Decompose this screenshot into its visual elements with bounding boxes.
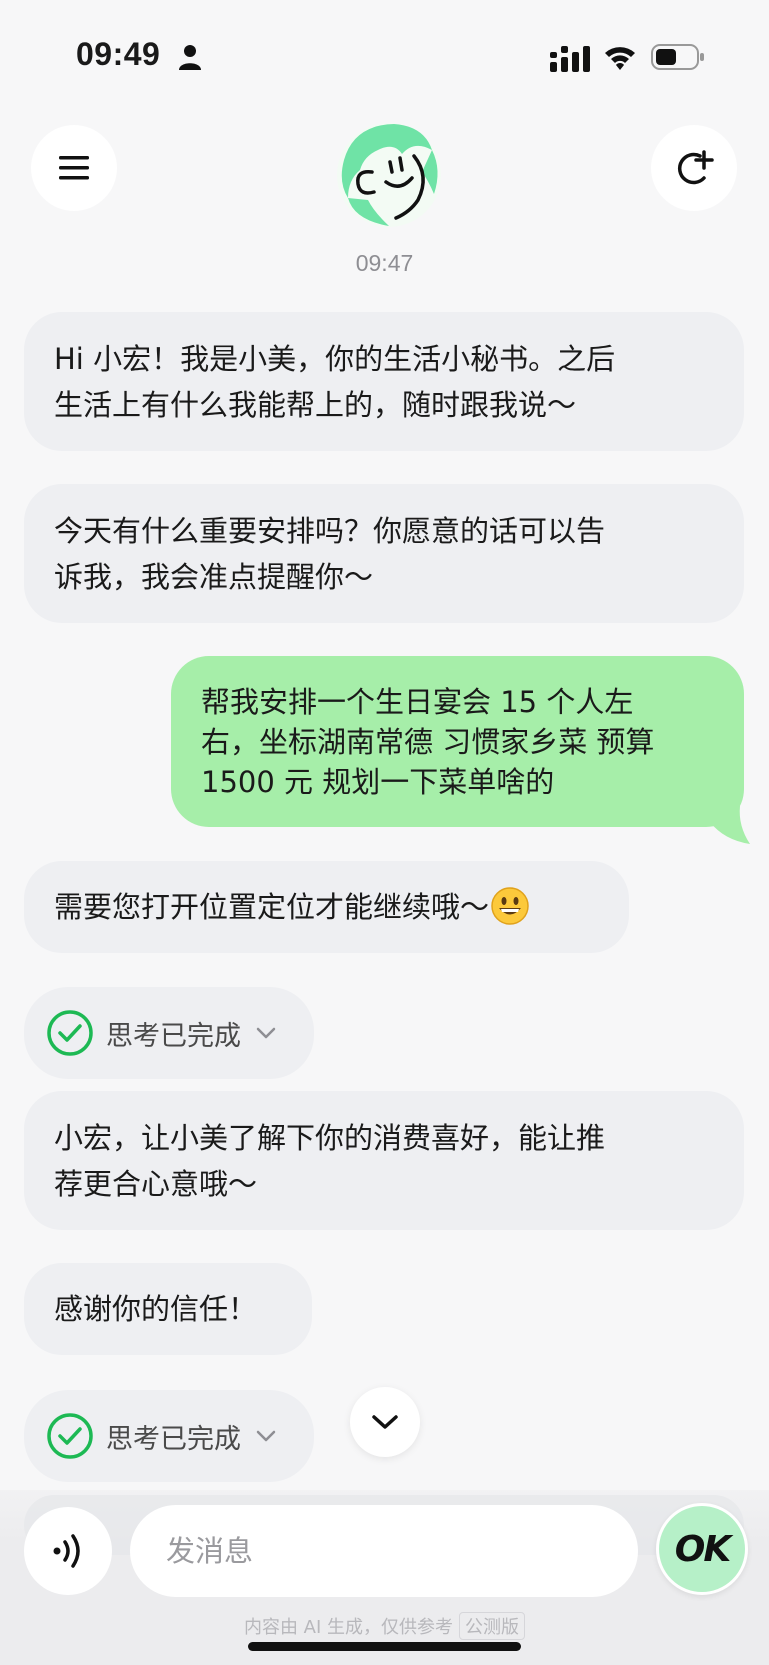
- assistant-avatar[interactable]: [334, 120, 444, 230]
- voice-wave-icon: [53, 1534, 80, 1568]
- message-input[interactable]: [130, 1505, 638, 1597]
- cellular-signal-icon: [550, 46, 590, 72]
- chevron-down-icon: [256, 1027, 276, 1039]
- status-bar: 09:49: [0, 0, 769, 110]
- new-chat-icon: [677, 150, 714, 185]
- status-time: 09:49: [76, 36, 161, 72]
- check-circle-icon: [47, 1010, 93, 1056]
- person-icon: [179, 45, 201, 70]
- chevron-down-icon: [256, 1430, 276, 1442]
- new-chat-button[interactable]: [651, 125, 737, 211]
- message-line: 右，坐标湖南常德 习惯家乡菜 预算: [201, 724, 655, 759]
- message-line: 小宏，让小美了解下你的消费喜好，能让推: [54, 1120, 606, 1155]
- voice-input-button[interactable]: [24, 1507, 112, 1595]
- battery-icon: [651, 44, 704, 70]
- hamburger-icon: [59, 156, 89, 180]
- thinking-status-label: 思考已完成: [106, 1423, 241, 1455]
- chevron-down-icon: [372, 1415, 398, 1429]
- message-line: Hi 小宏！我是小美，你的生活小秘书。之后: [54, 341, 616, 376]
- thinking-status-toggle[interactable]: 思考已完成: [24, 1390, 314, 1482]
- message-line: 今天有什么重要安排吗？你愿意的话可以告: [54, 513, 606, 548]
- thinking-status-label: 思考已完成: [106, 1020, 241, 1052]
- message-line: 生活上有什么我能帮上的，随时跟我说～: [54, 387, 577, 422]
- conversation-timestamp: 09:47: [355, 250, 414, 276]
- message-line: 1500 元 规划一下菜单啥的: [201, 764, 555, 799]
- ai-disclaimer: 内容由 AI 生成，仅供参考 公测版: [0, 1612, 769, 1640]
- scroll-to-bottom-button[interactable]: [350, 1387, 420, 1457]
- assistant-message: 今天有什么重要安排吗？你愿意的话可以告 诉我，我会准点提醒你～: [24, 484, 744, 623]
- assistant-message: Hi 小宏！我是小美，你的生活小秘书。之后 生活上有什么我能帮上的，随时跟我说～: [24, 312, 744, 451]
- message-line: 帮我安排一个生日宴会 15 个人左: [201, 684, 634, 719]
- message-line: 荐更合心意哦～: [54, 1166, 258, 1201]
- disclaimer-text: 内容由 AI 生成，仅供参考: [243, 1617, 454, 1638]
- message-text: 需要您打开位置定位才能继续哦～: [54, 890, 490, 924]
- message-line: 诉我，我会准点提醒你～: [54, 559, 374, 594]
- thinking-status-toggle[interactable]: 思考已完成: [24, 987, 314, 1079]
- user-message: 帮我安排一个生日宴会 15 个人左 右，坐标湖南常德 习惯家乡菜 预算 1500…: [171, 656, 744, 827]
- wifi-icon: [605, 47, 635, 70]
- menu-button[interactable]: [31, 125, 117, 211]
- check-circle-icon: [47, 1413, 93, 1459]
- message-text: 感谢你的信任！: [54, 1292, 258, 1326]
- assistant-message: 需要您打开位置定位才能继续哦～: [24, 861, 629, 953]
- assistant-message: 感谢你的信任！: [24, 1263, 312, 1355]
- grinning-face-icon: [491, 887, 529, 925]
- assistant-message: 小宏，让小美了解下你的消费喜好，能让推 荐更合心意哦～: [24, 1091, 744, 1230]
- ok-button-label: OK: [674, 1528, 731, 1570]
- beta-badge: 公测版: [459, 1612, 526, 1640]
- home-indicator[interactable]: [248, 1642, 521, 1651]
- ok-button[interactable]: OK: [656, 1503, 748, 1595]
- bubble-tail: [710, 806, 750, 844]
